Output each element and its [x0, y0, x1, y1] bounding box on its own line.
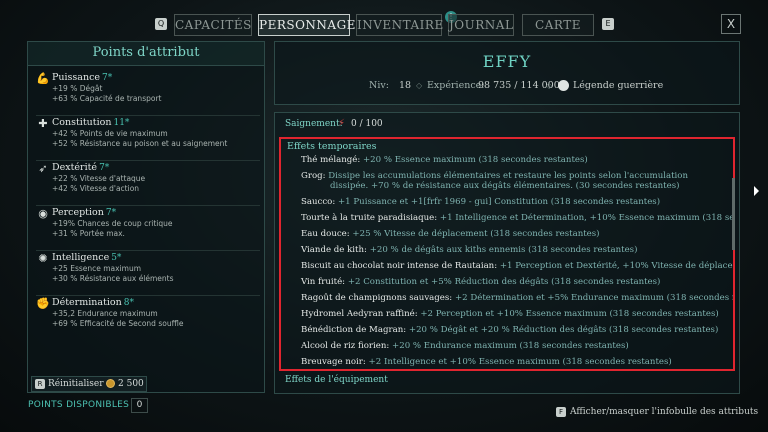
- tab-capacites[interactable]: CAPACITÉS: [174, 14, 252, 36]
- strength-icon: 💪: [36, 72, 50, 85]
- effect-row: Bénédiction de Magran: +20 % Dégât et +2…: [301, 325, 719, 335]
- attribute-effect: +69 % Efficacité de Second souffle: [52, 319, 184, 328]
- attribute-effect: +30 % Résistance aux éléments: [52, 274, 174, 283]
- effect-row: Tourte à la truite paradisiaque: +1 Inte…: [301, 213, 735, 223]
- attribute-dexterite[interactable]: ➶ Dextérité 7* +22 % Vitesse d'attaque +4…: [36, 162, 260, 206]
- diamond-separator-icon: ◇: [546, 81, 553, 90]
- attribute-name: Puissance: [52, 72, 101, 83]
- tab-carte[interactable]: CARTE: [522, 14, 594, 36]
- character-title: Légende guerrière: [573, 80, 664, 91]
- attribute-effect: +52 % Résistance au poison et au saignem…: [52, 139, 228, 148]
- attribute-effect: +19% Chances de coup critique: [52, 219, 173, 228]
- perception-icon: ◉: [38, 207, 48, 220]
- effect-row: Ragoût de champignons sauvages: +2 Déter…: [301, 293, 733, 303]
- temporary-effects-section: Effets temporaires Thé mélangé: +20 % Es…: [279, 137, 735, 371]
- dexterity-icon: ➶: [38, 162, 48, 175]
- attribute-effect: +31 % Portée max.: [52, 229, 125, 238]
- temporary-effects-heading: Effets temporaires: [287, 141, 377, 152]
- tooltip-toggle-hint[interactable]: F Afficher/masquer l'infobulle des attrib…: [556, 407, 758, 417]
- tooltip-toggle-label: Afficher/masquer l'infobulle des attribu…: [570, 407, 759, 417]
- available-points-value: 0: [131, 398, 148, 413]
- attribute-name: Détermination: [52, 297, 122, 308]
- attribute-value: 5*: [111, 253, 122, 263]
- xp-label: Expérience:: [427, 80, 485, 91]
- level-value: 18: [399, 80, 412, 91]
- key-hint-next-tab: E: [602, 18, 614, 30]
- top-navigation: Q CAPACITÉS PERSONNAGE INVENTAIRE ! JOUR…: [0, 11, 768, 36]
- effect-row: Vin fruité: +2 Constitution et +5% Réduc…: [301, 277, 661, 287]
- effect-row: Hydromel Aedyran raffiné: +2 Perception …: [301, 309, 719, 319]
- attribute-value: 11*: [113, 118, 130, 128]
- attribute-name: Dextérité: [52, 162, 98, 173]
- reset-cost: 2 500: [118, 379, 144, 389]
- divider: [36, 205, 260, 206]
- effect-row: Thé mélangé: +20 % Essence maximum (318 …: [301, 155, 588, 165]
- diamond-separator-icon: ◇: [416, 81, 423, 90]
- effect-row: Saucco: +1 Puissance et +1[frfr 1969 - g…: [301, 197, 661, 207]
- attribute-puissance[interactable]: 💪 Puissance 7* +19 % Dégât +63 % Capacité…: [36, 72, 260, 116]
- tab-journal[interactable]: JOURNAL: [448, 14, 514, 36]
- close-button[interactable]: X: [721, 14, 741, 34]
- attribute-value: 8*: [123, 298, 134, 308]
- divider: [36, 295, 260, 296]
- details-panel: Saignement: ⚡ 0 / 100 Effets temporaires…: [274, 112, 740, 394]
- attribute-intelligence[interactable]: ✺ Intelligence 5* +25 Essence maximum +30…: [36, 252, 260, 296]
- attribute-name: Perception: [52, 207, 104, 218]
- character-header: EFFY Niv: 18 ◇ Expérience: 98 735 / 114 …: [274, 41, 740, 105]
- effect-row: Eau douce: +25 % Vitesse de déplacement …: [301, 229, 600, 239]
- available-points-label: POINTS DISPONIBLES: [28, 400, 130, 410]
- attribute-effect: +42 % Vitesse d'action: [52, 184, 140, 193]
- effect-row-continuation: dissipée. +70 % de résistance aux dégâts…: [330, 181, 680, 191]
- divider: [36, 250, 260, 251]
- attribute-effect: +22 % Vitesse d'attaque: [52, 174, 146, 183]
- effect-row: Biscuit au chocolat noir intense de Raut…: [301, 261, 733, 271]
- reset-label: Réinitialiser: [48, 379, 104, 389]
- attribute-name: Constitution: [52, 117, 112, 128]
- tab-inventaire[interactable]: INVENTAIRE: [356, 14, 443, 36]
- tab-personnage[interactable]: PERSONNAGE: [258, 14, 355, 36]
- effect-row: Viande de kith: +20 % de dégâts aux kith…: [301, 245, 638, 255]
- attribute-constitution[interactable]: ✚ Constitution 11* +42 % Points de vie ma…: [36, 117, 260, 161]
- character-info-line: Niv: 18 ◇ Expérience: 98 735 / 114 000 ◇…: [275, 80, 739, 96]
- skull-icon: [558, 80, 569, 91]
- attribute-effect: +35,2 Endurance maximum: [52, 309, 158, 318]
- attribute-determination[interactable]: ✊ Détermination 8* +35,2 Endurance maximu…: [36, 297, 260, 341]
- attribute-effect: +19 % Dégât: [52, 84, 103, 93]
- details-scrollbar[interactable]: [732, 178, 735, 250]
- reset-button[interactable]: R Réinitialiser 2 500: [31, 376, 147, 392]
- attribute-name: Intelligence: [52, 252, 110, 263]
- blood-drop-icon: ⚡: [338, 118, 346, 129]
- attribute-value: 7*: [105, 208, 117, 218]
- level-label: Niv:: [369, 80, 389, 91]
- bleed-label: Saignement:: [285, 119, 343, 129]
- resolve-icon: ✊: [36, 297, 50, 310]
- key-hint-reset: R: [35, 379, 45, 389]
- mouse-cursor-icon: [754, 186, 759, 196]
- intellect-icon: ✺: [38, 252, 48, 265]
- effect-row: Grog: Dissipe les accumulations élémenta…: [301, 171, 689, 181]
- effect-row: Breuvage noir: +2 Intelligence et +10% E…: [301, 357, 672, 367]
- coin-icon: [106, 379, 115, 388]
- attribute-perception[interactable]: ◉ Perception 7* +19% Chances de coup crit…: [36, 207, 260, 251]
- attribute-effect: +25 Essence maximum: [52, 264, 142, 273]
- divider: [36, 160, 260, 161]
- attributes-panel: Points d'attribut 💪 Puissance 7* +19 % Dé…: [27, 41, 265, 393]
- attribute-value: 7*: [102, 73, 113, 83]
- divider: [36, 115, 260, 116]
- attribute-value: 7*: [99, 163, 110, 173]
- equipment-effects-heading[interactable]: Effets de l'équipement: [285, 375, 388, 385]
- bleed-value: 0 / 100: [351, 119, 383, 129]
- effect-row: Alcool de riz fiorien: +20 % Endurance m…: [301, 341, 629, 351]
- attributes-panel-title: Points d'attribut: [28, 42, 264, 66]
- character-name: EFFY: [482, 52, 532, 71]
- attribute-effect: +42 % Points de vie maximum: [52, 129, 168, 138]
- key-hint-tooltip: F: [556, 407, 566, 417]
- key-hint-prev-tab: Q: [155, 18, 167, 30]
- constitution-icon: ✚: [38, 117, 48, 130]
- attribute-effect: +63 % Capacité de transport: [52, 94, 162, 103]
